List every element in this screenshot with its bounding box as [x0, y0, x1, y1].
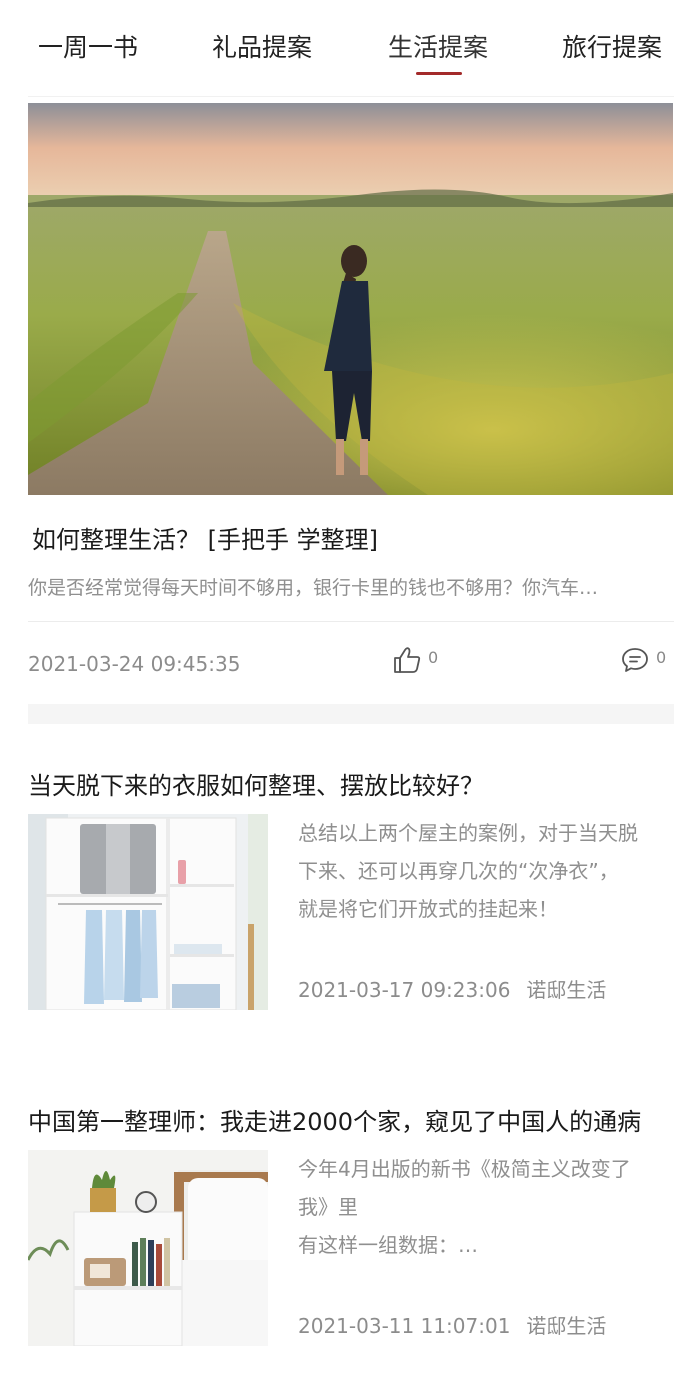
- summary-line: 我》里: [298, 1195, 358, 1219]
- tabbar-divider: [28, 96, 674, 97]
- featured-article-title[interactable]: 如何整理生活？ [手把手 学整理]: [32, 520, 672, 560]
- article-title[interactable]: 中国第一整理师：我走进2000个家，窥见了中国人的通病: [28, 1102, 674, 1142]
- article-time: 2021-03-17 09:23:06: [298, 978, 511, 1002]
- article-title[interactable]: 当天脱下来的衣服如何整理、摆放比较好？: [28, 766, 674, 806]
- featured-article-time: 2021-03-24 09:45:35: [28, 652, 241, 676]
- comment-count: 0: [656, 647, 667, 667]
- comment-button[interactable]: 0: [620, 644, 666, 680]
- article-summary: 今年4月出版的新书《极简主义改变了 我》里 有这样一组数据：…: [298, 1150, 674, 1264]
- comment-bubble-icon: [620, 645, 650, 679]
- article-source: 诺邸生活: [526, 978, 607, 1002]
- tab-travel-proposal[interactable]: 旅行提案: [562, 28, 662, 68]
- tab-life-proposal[interactable]: 生活提案: [388, 28, 488, 68]
- summary-line: 有这样一组数据：…: [298, 1233, 478, 1257]
- featured-article-image[interactable]: [28, 103, 673, 495]
- active-tab-indicator: [416, 72, 462, 75]
- article-thumbnail-bedroom[interactable]: [28, 1150, 268, 1346]
- like-button[interactable]: 0: [392, 644, 438, 680]
- thumbs-up-icon: [392, 645, 422, 679]
- category-tab-bar: 一周一书 礼品提案 生活提案 旅行提案: [0, 0, 700, 96]
- tab-gift-proposal[interactable]: 礼品提案: [212, 28, 312, 68]
- summary-line: 就是将它们开放式的挂起来！: [298, 897, 558, 921]
- article-source: 诺邸生活: [526, 1314, 607, 1338]
- tab-weekly-book[interactable]: 一周一书: [38, 28, 138, 68]
- article-summary: 总结以上两个屋主的案例，对于当天脱 下来、还可以再穿几次的“次净衣”， 就是将它…: [298, 814, 674, 928]
- article-meta: 2021-03-11 11:07:01 诺邸生活: [298, 1308, 606, 1344]
- like-count: 0: [428, 647, 439, 667]
- featured-divider: [28, 621, 674, 622]
- article-time: 2021-03-11 11:07:01: [298, 1314, 511, 1338]
- article-meta: 2021-03-17 09:23:06 诺邸生活: [298, 972, 606, 1008]
- summary-line: 下来、还可以再穿几次的“次净衣”，: [298, 859, 619, 883]
- summary-line: 今年4月出版的新书《极简主义改变了: [298, 1157, 631, 1181]
- section-separator: [28, 704, 674, 724]
- article-thumbnail-wardrobe[interactable]: [28, 814, 268, 1010]
- featured-article-summary: 你是否经常觉得每天时间不够用，银行卡里的钱也不够用？你汽车…: [28, 577, 599, 599]
- summary-line: 总结以上两个屋主的案例，对于当天脱: [298, 821, 638, 845]
